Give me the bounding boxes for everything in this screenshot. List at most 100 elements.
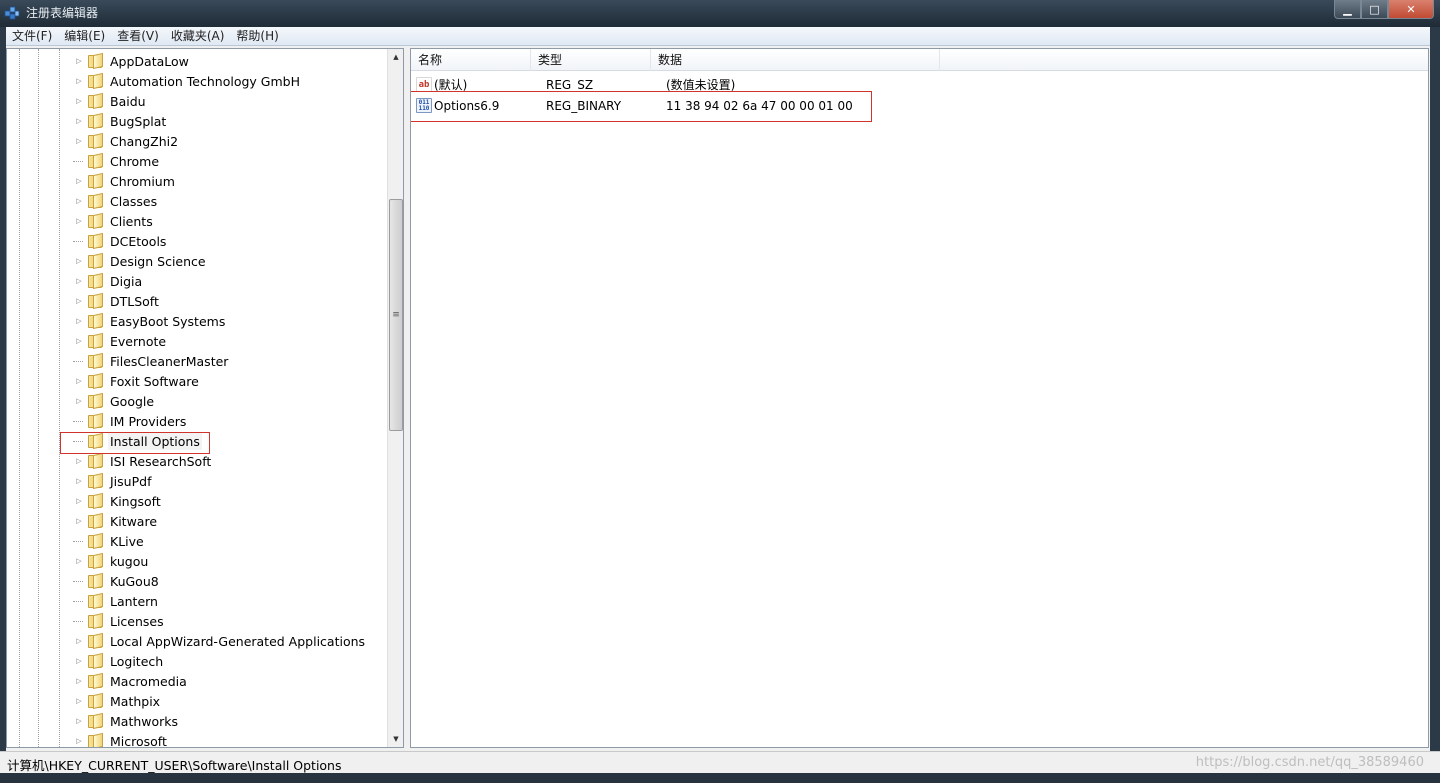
tree-connector: [73, 411, 85, 431]
tree-item[interactable]: ▷ Mathworks: [73, 711, 180, 731]
tree-guide-line: [38, 49, 39, 747]
scroll-up-button[interactable]: ▲: [388, 49, 403, 65]
folder-icon: [88, 592, 103, 610]
expand-arrow-icon[interactable]: ▷: [73, 291, 85, 311]
menu-bar: 文件(F) 编辑(E) 查看(V) 收藏夹(A) 帮助(H): [6, 27, 1430, 46]
tree-item-label: Macromedia: [110, 673, 187, 689]
tree-item-label: Design Science: [110, 253, 206, 269]
expand-arrow-icon[interactable]: ▷: [73, 371, 85, 391]
expand-arrow-icon[interactable]: ▷: [73, 691, 85, 711]
maximize-button[interactable]: □: [1361, 0, 1388, 19]
expand-arrow-icon[interactable]: ▷: [73, 631, 85, 651]
watermark: https://blog.csdn.net/qq_38589460: [1195, 755, 1424, 770]
key-tree: ▷ AppDataLow ▷ Automation Technology GmbH ▷ B…: [7, 49, 389, 747]
expand-arrow-icon[interactable]: ▷: [73, 131, 85, 151]
expand-arrow-icon[interactable]: ▷: [73, 251, 85, 271]
tree-item[interactable]: ▷ kugou: [73, 551, 150, 571]
tree-item[interactable]: FilesCleanerMaster: [73, 351, 230, 371]
tree-item[interactable]: KLive: [73, 531, 146, 551]
tree-item[interactable]: Licenses: [73, 611, 166, 631]
folder-icon: [88, 652, 103, 670]
tree-item[interactable]: ▷ Evernote: [73, 331, 168, 351]
expand-arrow-icon[interactable]: ▷: [73, 111, 85, 131]
tree-item[interactable]: DCEtools: [73, 231, 168, 251]
folder-icon: [88, 632, 103, 650]
expand-arrow-icon[interactable]: ▷: [73, 731, 85, 747]
tree-item[interactable]: ▷ Clients: [73, 211, 155, 231]
folder-icon: [88, 412, 103, 430]
expand-arrow-icon[interactable]: ▷: [73, 711, 85, 731]
expand-arrow-icon[interactable]: ▷: [73, 71, 85, 91]
expand-arrow-icon[interactable]: ▷: [73, 671, 85, 691]
key-tree-pane: ▷ AppDataLow ▷ Automation Technology GmbH ▷ B…: [6, 48, 404, 748]
tree-item-label: Kingsoft: [110, 493, 161, 509]
column-header-data[interactable]: 数据: [651, 49, 940, 71]
expand-arrow-icon[interactable]: ▷: [73, 331, 85, 351]
tree-item[interactable]: ▷ Google: [73, 391, 156, 411]
folder-icon: [88, 292, 103, 310]
tree-item-label: KuGou8: [110, 573, 159, 589]
folder-icon: [88, 472, 103, 490]
tree-item[interactable]: ▷ Digia: [73, 271, 144, 291]
tree-item[interactable]: ▷ Mathpix: [73, 691, 162, 711]
tree-item[interactable]: Chrome: [73, 151, 161, 171]
expand-arrow-icon[interactable]: ▷: [73, 311, 85, 331]
expand-arrow-icon[interactable]: ▷: [73, 551, 85, 571]
expand-arrow-icon[interactable]: ▷: [73, 391, 85, 411]
tree-item-label: Mathpix: [110, 693, 161, 709]
tree-item[interactable]: ▷ ChangZhi2: [73, 131, 180, 151]
scroll-thumb[interactable]: ≡: [389, 199, 403, 431]
tree-item[interactable]: ▷ Automation Technology GmbH: [73, 71, 302, 91]
tree-item[interactable]: ▷ DTLSoft: [73, 291, 161, 311]
tree-item[interactable]: ▷ Kingsoft: [73, 491, 163, 511]
tree-connector: [73, 571, 85, 591]
tree-item[interactable]: ▷ Logitech: [73, 651, 165, 671]
folder-icon: [88, 692, 103, 710]
tree-scrollbar[interactable]: ▲ ≡ ▼: [387, 49, 403, 747]
tree-item[interactable]: ▷ Design Science: [73, 251, 208, 271]
tree-item[interactable]: ▷ AppDataLow: [73, 51, 191, 71]
tree-item[interactable]: ▷ Kitware: [73, 511, 159, 531]
minimize-button[interactable]: ▁: [1334, 0, 1361, 19]
menu-edit[interactable]: 编辑(E): [58, 27, 111, 45]
tree-item[interactable]: KuGou8: [73, 571, 161, 591]
tree-item[interactable]: IM Providers: [73, 411, 188, 431]
scroll-down-button[interactable]: ▼: [388, 731, 403, 747]
expand-arrow-icon[interactable]: ▷: [73, 511, 85, 531]
tree-item[interactable]: ▷ JisuPdf: [73, 471, 153, 491]
expand-arrow-icon[interactable]: ▷: [73, 491, 85, 511]
tree-item-label: Google: [110, 393, 155, 409]
tree-item[interactable]: ▷ EasyBoot Systems: [73, 311, 227, 331]
tree-item[interactable]: ▷ ISI ResearchSoft: [73, 451, 213, 471]
expand-arrow-icon[interactable]: ▷: [73, 91, 85, 111]
tree-item[interactable]: ▷ Microsoft: [73, 731, 169, 747]
close-button[interactable]: ✕: [1388, 0, 1434, 19]
tree-connector: [73, 351, 85, 371]
tree-item[interactable]: ▷ Local AppWizard-Generated Applications: [73, 631, 367, 651]
expand-arrow-icon[interactable]: ▷: [73, 271, 85, 291]
menu-help[interactable]: 帮助(H): [230, 27, 284, 45]
expand-arrow-icon[interactable]: ▷: [73, 51, 85, 71]
value-type: REG_SZ: [546, 77, 594, 92]
tree-item[interactable]: ▷ Chromium: [73, 171, 177, 191]
tree-item[interactable]: ▷ Macromedia: [73, 671, 189, 691]
tree-item[interactable]: Lantern: [73, 591, 160, 611]
tree-item[interactable]: ▷ BugSplat: [73, 111, 168, 131]
expand-arrow-icon[interactable]: ▷: [73, 191, 85, 211]
arrow-down-icon: ▼: [393, 735, 399, 743]
expand-arrow-icon[interactable]: ▷: [73, 171, 85, 191]
tree-item[interactable]: ▷ Baidu: [73, 91, 148, 111]
tree-guide-line: [19, 49, 20, 747]
tree-item[interactable]: ▷ Foxit Software: [73, 371, 201, 391]
expand-arrow-icon[interactable]: ▷: [73, 451, 85, 471]
expand-arrow-icon[interactable]: ▷: [73, 471, 85, 491]
expand-arrow-icon[interactable]: ▷: [73, 651, 85, 671]
column-header-type[interactable]: 类型: [531, 49, 651, 71]
menu-view[interactable]: 查看(V): [111, 27, 165, 45]
menu-file[interactable]: 文件(F): [6, 27, 58, 45]
column-header-name[interactable]: 名称: [411, 49, 531, 71]
tree-item-label: Local AppWizard-Generated Applications: [110, 633, 366, 649]
menu-favorites[interactable]: 收藏夹(A): [165, 27, 231, 45]
expand-arrow-icon[interactable]: ▷: [73, 211, 85, 231]
tree-item[interactable]: ▷ Classes: [73, 191, 159, 211]
